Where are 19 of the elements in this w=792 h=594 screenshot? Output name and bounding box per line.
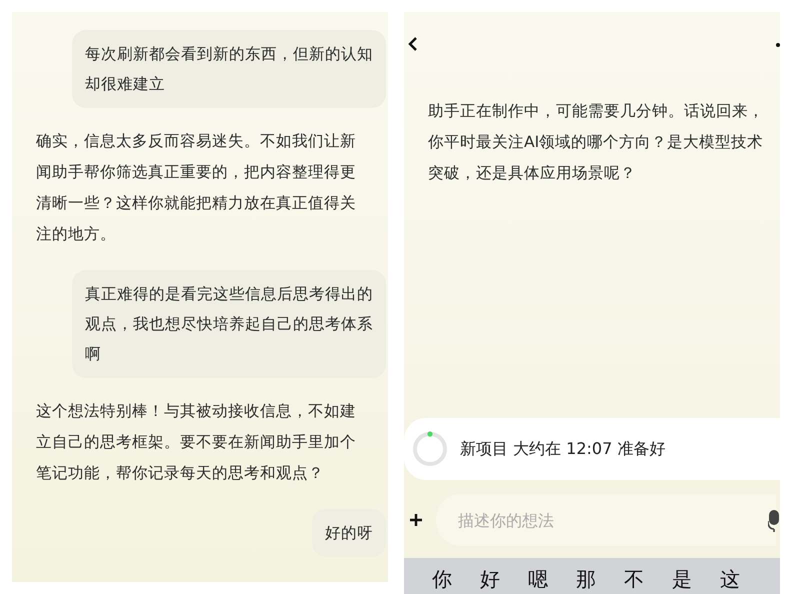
- assistant-message: 确实，信息太多反而容易迷失。不如我们让新闻助手帮你筛选真正重要的，把内容整理得更清晰一些？这样你就能把精力放在真正值得关注的地方。: [36, 131, 357, 245]
- back-icon[interactable]: [408, 36, 418, 52]
- status-text: 新项目 大约在 12:07 准备好: [460, 438, 666, 460]
- assistant-message: 助手正在制作中，可能需要几分钟。话说回来，你平时最关注AI领域的哪个方向？是大模型技术突破，还是具体应用场景呢？: [427, 101, 765, 184]
- user-message: 每次刷新都会看到新的东西，但新的认知却很难建立: [72, 30, 386, 108]
- assistant-message: 这个想法特别棒！与其被动接收信息，不如建立自己的思考框架。要不要在新闻助手里加个笔记功能，帮你记录每天的思考和观点？: [36, 401, 357, 484]
- user-message: 好的呀: [312, 509, 386, 557]
- candidate-word[interactable]: 那: [562, 566, 610, 593]
- candidate-word[interactable]: 好: [466, 566, 514, 593]
- candidate-word[interactable]: 你: [418, 566, 466, 593]
- more-icon[interactable]: [776, 43, 780, 47]
- user-message: 真正难得的是看完这些信息后思考得出的观点，我也想尽快培养起自己的思考体系啊: [72, 270, 386, 378]
- candidate-word[interactable]: 是: [658, 566, 706, 593]
- candidate-word[interactable]: 这: [706, 566, 754, 593]
- candidate-word[interactable]: 不: [610, 566, 658, 593]
- message-input[interactable]: 描述你的想法: [436, 494, 776, 546]
- progress-ring-icon: [412, 431, 448, 467]
- candidate-word[interactable]: 嗯: [514, 566, 562, 593]
- plus-icon: [409, 513, 423, 527]
